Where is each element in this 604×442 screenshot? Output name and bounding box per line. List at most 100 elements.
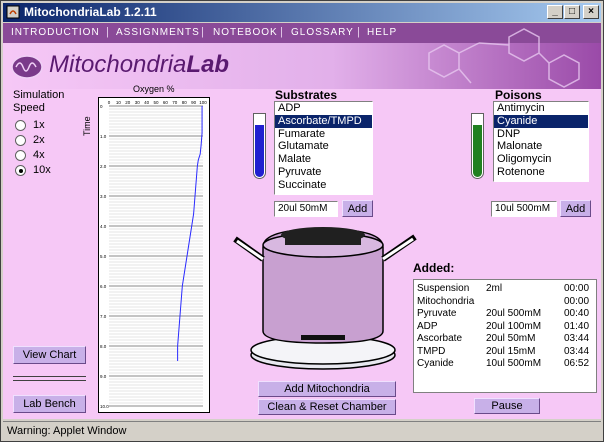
maximize-button[interactable]: □ xyxy=(564,5,580,19)
oxygen-series-line xyxy=(177,106,203,361)
radio-circle[interactable] xyxy=(15,135,26,146)
added-log-row: Mitochondria 00:00 xyxy=(414,296,596,308)
chart-x-tick-label: 40 xyxy=(144,100,150,105)
chart-y-tick-label: 1.0 xyxy=(100,134,107,139)
added-item-name: TMPD xyxy=(417,345,446,357)
substrates-list-item[interactable]: ADP xyxy=(275,102,372,115)
chart-y-tick-label: 8.0 xyxy=(100,344,107,349)
add-mitochondria-button[interactable]: Add Mitochondria xyxy=(258,381,396,397)
oxygen-chart-svg: 0 10 20 30 40 50 60 70 80 90 100 0 1.0 2.0 3.0 4.0 5.0 6.… xyxy=(100,100,207,409)
view-chart-button[interactable]: View Chart xyxy=(13,346,86,364)
substrate-test-tube-icon xyxy=(253,113,266,179)
added-item-time: 00:00 xyxy=(564,283,590,294)
added-item-time: 03:44 xyxy=(564,345,590,357)
menu-notebook[interactable]: NOTEBOOK xyxy=(213,27,278,38)
add-poison-button[interactable]: Add xyxy=(560,200,591,217)
added-log-row: Ascorbate 20ul 50mM 03:44 xyxy=(414,333,596,345)
speed-radio-10x[interactable]: 10x xyxy=(15,164,95,178)
chart-title: Oxygen % xyxy=(133,84,175,94)
substrates-list-item[interactable]: Glutamate xyxy=(275,140,372,153)
added-item-amount: 20ul 50mM xyxy=(486,333,536,344)
chart-y-tick-label: 5.0 xyxy=(100,254,107,259)
added-log-row: ADP 20ul 100mM 01:40 xyxy=(414,321,596,333)
menu-separator: | xyxy=(201,26,204,38)
radio-circle[interactable] xyxy=(15,120,26,131)
added-item-time: 01:40 xyxy=(564,320,590,332)
molecule-structure-decoration xyxy=(428,28,580,88)
chart-x-tick-label: 70 xyxy=(172,100,178,105)
chart-y-tick-label: 3.0 xyxy=(100,194,107,199)
lab-bench-button[interactable]: Lab Bench xyxy=(13,395,86,413)
added-log-panel: Suspension 2ml 00:00 Mitochondria 00:00 Pyruv… xyxy=(413,279,597,393)
speed-radio-2x[interactable]: 2x xyxy=(15,134,95,148)
added-item-name: Ascorbate xyxy=(417,333,463,344)
speed-radio-4x[interactable]: 4x xyxy=(15,149,95,163)
added-item-amount: 20ul 500mM xyxy=(486,308,542,319)
substrates-list-item[interactable]: Malate xyxy=(275,153,372,166)
oxygen-chart: 0 10 20 30 40 50 60 70 80 90 100 0 1.0 2.0 3.0 4.0 5.0 6.… xyxy=(98,97,210,413)
applet-window: MitochondriaLab 1.2.11 _ □ × INTRODUCTIO… xyxy=(0,0,604,442)
chart-y-tick-label: 0 xyxy=(100,104,103,109)
substrates-list-item[interactable]: Ascorbate/TMPD xyxy=(275,114,372,128)
title-bar: MitochondriaLab 1.2.11 _ □ × xyxy=(3,3,601,22)
substrates-list-item[interactable]: Succinate xyxy=(275,179,372,192)
substrate-amount-field[interactable]: 20ul 50mM xyxy=(274,201,338,217)
add-substrate-button[interactable]: Add xyxy=(342,200,373,217)
menu-assignments[interactable]: ASSIGNMENTS xyxy=(116,27,200,38)
menu-separator: | xyxy=(357,26,360,38)
divider xyxy=(13,380,86,381)
reaction-chamber-illustration xyxy=(233,227,417,370)
menu-separator: | xyxy=(106,26,109,38)
radio-circle-selected[interactable] xyxy=(15,165,26,176)
substrates-list-item[interactable]: Fumarate xyxy=(275,128,372,141)
simulation-speed-title: Simulation Speed xyxy=(13,89,64,115)
simulation-speed-label-line1: Simulation xyxy=(13,89,65,101)
poisons-list-item[interactable]: Cyanide xyxy=(494,114,588,128)
close-button[interactable]: × xyxy=(583,5,599,19)
radio-label: 2x xyxy=(33,134,45,146)
menu-help[interactable]: HELP xyxy=(367,27,397,38)
added-item-name: ADP xyxy=(417,320,438,332)
poison-liquid xyxy=(473,125,482,177)
app-area: INTRODUCTION | ASSIGNMENTS | NOTEBOOK | … xyxy=(3,23,601,419)
poisons-list[interactable]: Antimycin Cyanide DNP Malonate Oligomycin Rot… xyxy=(493,101,589,182)
pause-button[interactable]: Pause xyxy=(474,398,540,414)
substrates-list[interactable]: ADP Ascorbate/TMPD Fumarate Glutamate Malate… xyxy=(274,101,373,195)
poisons-list-item[interactable]: Oligomycin xyxy=(494,153,588,166)
added-item-time: 03:44 xyxy=(564,333,590,344)
chart-y-axis-label: Time xyxy=(82,116,92,136)
chart-y-tick-label: 4.0 xyxy=(100,224,107,229)
chart-x-tick-label: 90 xyxy=(191,100,197,105)
chart-x-tick-label: 20 xyxy=(125,100,131,105)
chart-y-tick-label: 6.0 xyxy=(100,284,107,289)
added-log-row: Pyruvate 20ul 500mM 00:40 xyxy=(414,308,596,320)
added-item-name: Suspension xyxy=(417,283,470,294)
poisons-list-item[interactable]: Malonate xyxy=(494,140,588,153)
poisons-list-item[interactable]: Rotenone xyxy=(494,166,588,179)
radio-circle[interactable] xyxy=(15,150,26,161)
radio-label: 10x xyxy=(33,164,51,176)
menu-introduction[interactable]: INTRODUCTION xyxy=(11,27,100,38)
java-app-icon xyxy=(6,5,20,19)
chart-y-tick-label: 10.0 xyxy=(100,404,109,409)
poisons-list-item[interactable]: DNP xyxy=(494,128,588,141)
minimize-button[interactable]: _ xyxy=(547,5,563,19)
simulation-speed-label-line2: Speed xyxy=(13,102,45,114)
poison-amount-field[interactable]: 10ul 500mM xyxy=(491,201,557,217)
status-text: Warning: Applet Window xyxy=(7,425,127,437)
added-log-row: Cyanide 10ul 500mM 06:52 xyxy=(414,358,596,370)
added-item-amount: 10ul 500mM xyxy=(486,358,542,369)
substrates-title: Substrates xyxy=(275,88,338,102)
chart-x-tick-label: 80 xyxy=(182,100,188,105)
added-item-name: Pyruvate xyxy=(417,308,457,319)
clean-reset-chamber-button[interactable]: Clean & Reset Chamber xyxy=(258,399,396,415)
status-bar: Warning: Applet Window xyxy=(3,421,601,440)
substrate-liquid xyxy=(255,125,264,177)
poisons-list-item[interactable]: Antimycin xyxy=(494,102,588,115)
chart-x-tick-label: 0 xyxy=(108,100,111,105)
substrates-list-item[interactable]: Pyruvate xyxy=(275,166,372,179)
added-item-name: Cyanide xyxy=(417,358,454,369)
app-logo: MitochondriaLab xyxy=(49,51,229,79)
menu-glossary[interactable]: GLOSSARY xyxy=(291,27,354,38)
chart-x-tick-label: 100 xyxy=(199,100,207,105)
